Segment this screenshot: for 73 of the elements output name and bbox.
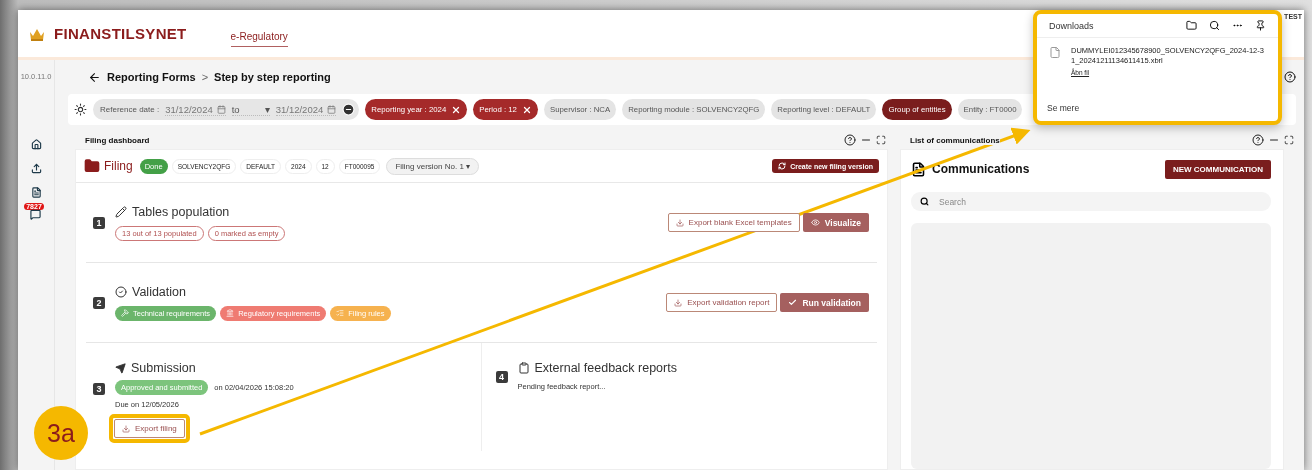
fullscreen-button[interactable] (1282, 135, 1296, 145)
export-button[interactable]: Export filing (114, 419, 185, 438)
send-icon (115, 362, 126, 374)
check-circle-icon (115, 285, 127, 298)
file-icon (1049, 46, 1061, 59)
fullscreen-icon (1284, 135, 1294, 145)
document-icon (911, 161, 926, 177)
step-number: 2 (93, 296, 105, 309)
run-button[interactable]: Run validation (780, 293, 869, 312)
download-icon (675, 218, 684, 227)
date-field[interactable]: 31/12/2024 (275, 103, 337, 116)
document-icon (30, 187, 42, 198)
calendar-icon (327, 104, 337, 114)
brand-name: FINANSTILSYNET (54, 25, 187, 42)
check-icon (788, 298, 798, 307)
help-icon[interactable] (1284, 71, 1296, 83)
page-title: Step by step reporting (214, 71, 331, 83)
step-number: 1 (93, 216, 105, 229)
download-icon (674, 298, 683, 307)
calendar-icon (216, 104, 226, 114)
help-icon (844, 134, 856, 146)
panel-title: List of communications (910, 135, 1000, 145)
panel-title: Filing dashboard (85, 135, 150, 145)
step-title: Tables population (132, 204, 230, 219)
back-icon[interactable] (88, 70, 101, 84)
clipboard-icon (517, 362, 530, 374)
version-select[interactable]: Filing version No. 1 ▾ (386, 157, 480, 175)
breadcrumb-separator: > (201, 71, 209, 83)
pin-icon[interactable] (1255, 20, 1266, 31)
caret-icon: ▾ (264, 103, 270, 115)
close-icon[interactable] (521, 104, 532, 115)
new-communication-button[interactable]: NEW COMMUNICATION (1164, 159, 1271, 179)
bank-icon (226, 309, 235, 317)
popup-title: Downloads (1049, 20, 1095, 31)
upload-icon (30, 163, 42, 174)
breadcrumb-link[interactable]: Reporting Forms (107, 71, 196, 83)
eye-icon (810, 218, 820, 227)
help-button[interactable] (1250, 134, 1266, 146)
step-number: 4 (495, 371, 508, 383)
help-icon (1252, 134, 1264, 146)
card-title: Communications (932, 162, 1031, 176)
visualize-button[interactable]: Visualize (802, 213, 869, 232)
step-title: Validation (132, 284, 186, 299)
pencil-icon (115, 205, 127, 218)
remove-icon[interactable] (342, 103, 356, 116)
close-icon[interactable] (451, 104, 462, 115)
download-icon (122, 424, 130, 433)
export-button[interactable]: Export validation report (666, 293, 778, 312)
nav-tab[interactable]: e-Regulatory (230, 26, 288, 47)
folder-icon (84, 158, 100, 174)
date-field[interactable]: 31/12/2024 (165, 103, 226, 116)
search-field[interactable]: Search (911, 192, 1271, 211)
home-icon (30, 139, 42, 150)
chat-icon (30, 209, 42, 220)
select-value: to (231, 103, 240, 115)
fullscreen-icon (876, 135, 886, 145)
search-icon[interactable] (1209, 20, 1220, 31)
fullscreen-button[interactable] (874, 135, 888, 145)
range-select[interactable]: to ▾ (231, 103, 270, 116)
step-title: External feedback reports (534, 361, 677, 375)
export-button[interactable]: Export blank Excel templates (667, 213, 800, 232)
folder-icon[interactable] (1186, 20, 1197, 31)
hammer-icon (121, 309, 129, 317)
checklist-icon (336, 309, 345, 317)
filing-title: Filing (104, 159, 133, 173)
see-more-link[interactable]: Se mere (1037, 103, 1278, 121)
step-title: Submission (131, 361, 196, 375)
sun-icon[interactable] (74, 103, 87, 116)
filter-label: Reference date : (100, 105, 160, 114)
help-button[interactable] (842, 134, 858, 146)
date-filter[interactable]: Reference date : 31/12/2024 to ▾ 31/12/2024 (93, 99, 360, 120)
step-number: 3 (93, 383, 105, 395)
refresh-icon (778, 162, 787, 170)
